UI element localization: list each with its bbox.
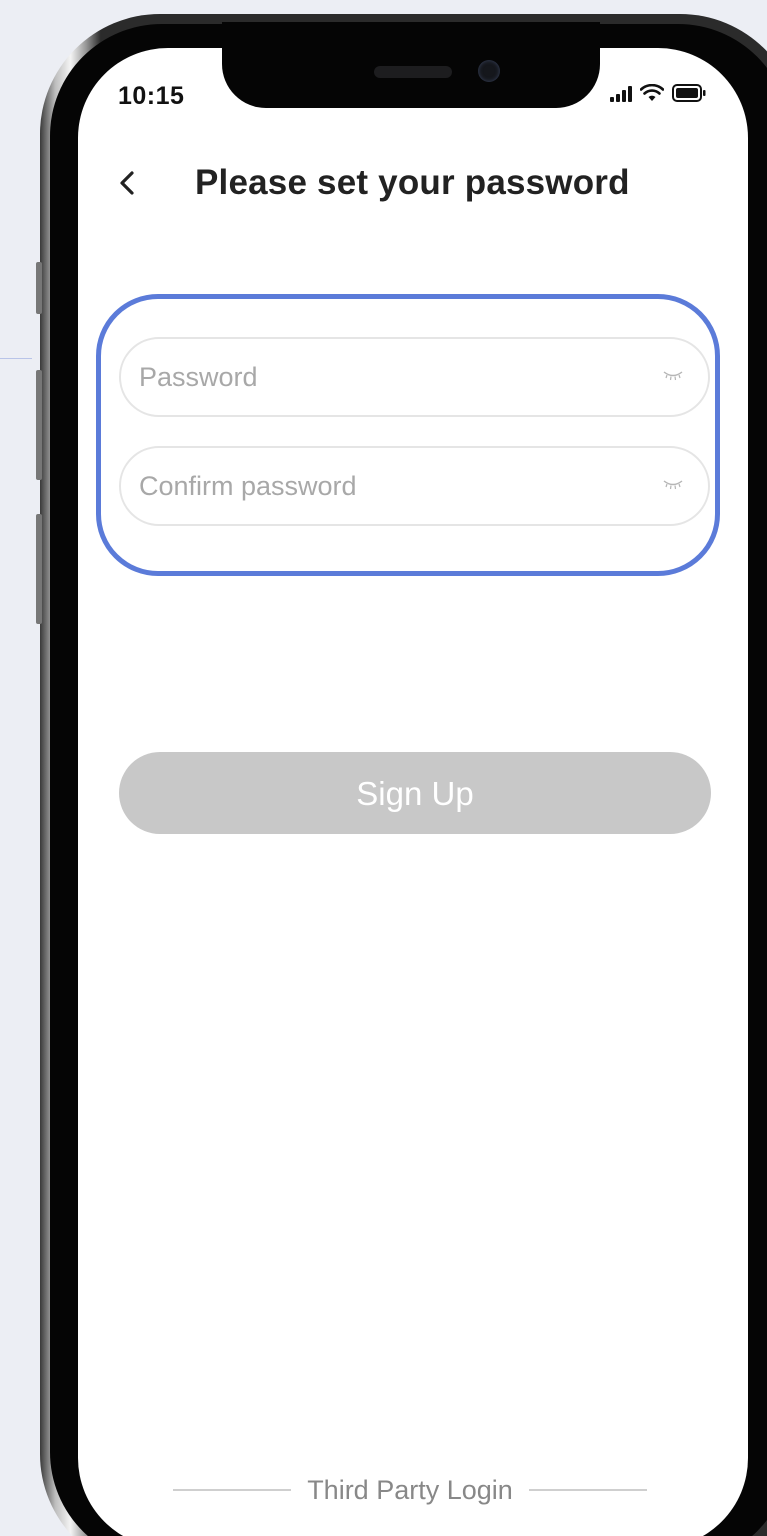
wifi-icon — [640, 84, 664, 101]
screenshot-canvas: 10:15 Please set your password Sign Up T… — [0, 0, 767, 1536]
divider-right — [528, 1489, 647, 1491]
status-icons — [610, 84, 706, 102]
page-title: Please set your password — [195, 163, 630, 202]
password-input[interactable] — [139, 339, 639, 415]
speaker-grille — [374, 66, 452, 78]
volume-down-button — [36, 514, 42, 624]
third-party-login: Third Party Login — [160, 1470, 660, 1510]
confirm-password-input[interactable] — [139, 448, 639, 524]
front-camera — [478, 60, 500, 82]
status-time: 10:15 — [118, 82, 185, 110]
eye-closed-icon[interactable] — [662, 478, 684, 492]
signal-icon — [610, 86, 632, 102]
confirm-password-field[interactable] — [119, 446, 710, 526]
sign-up-button[interactable]: Sign Up — [119, 752, 711, 834]
eye-closed-icon[interactable] — [662, 369, 684, 383]
password-field[interactable] — [119, 337, 710, 417]
guide-line — [0, 358, 32, 359]
mute-switch — [36, 262, 42, 314]
chevron-left-icon[interactable] — [113, 168, 143, 198]
third-party-login-label[interactable]: Third Party Login — [307, 1475, 513, 1506]
volume-up-button — [36, 370, 42, 480]
battery-icon — [672, 84, 706, 102]
divider-left — [173, 1489, 292, 1491]
notch — [222, 22, 600, 108]
